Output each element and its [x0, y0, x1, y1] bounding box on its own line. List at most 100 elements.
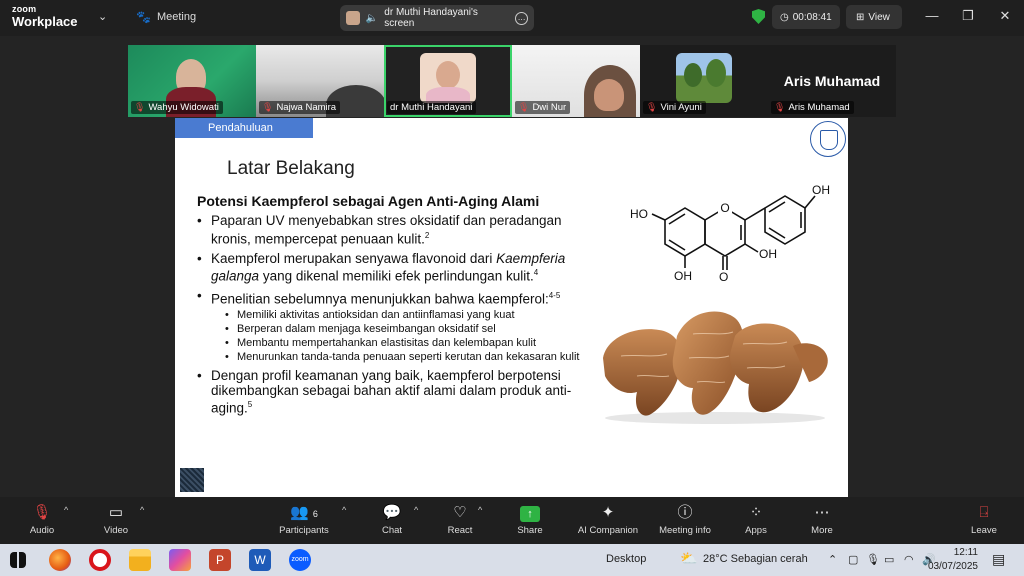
- clock-time[interactable]: 12:11: [940, 547, 978, 558]
- participant-tile[interactable]: 🎙 Dwi Nur: [512, 45, 640, 117]
- reference: 4: [533, 268, 539, 277]
- chevron-up-icon[interactable]: ^: [342, 505, 346, 515]
- word-icon[interactable]: W: [249, 549, 271, 571]
- more-options-icon[interactable]: …: [515, 11, 528, 25]
- participant-display-name: Aris Muhamad: [783, 73, 881, 89]
- ring-oxygen-label: O: [720, 201, 729, 215]
- wifi-icon[interactable]: ◠: [904, 553, 914, 566]
- participant-name-tag: 🎙 Dwi Nur: [515, 101, 571, 114]
- meeting-info-button[interactable]: ⓘ Meeting info: [652, 503, 718, 536]
- brand-bottom: Workplace: [12, 14, 78, 29]
- sub-bullet-text: Berperan dalam menjaga keseimbangan oksi…: [237, 323, 496, 335]
- title-bar: zoom Workplace ⌄ 🐾 Meeting 🔈 dr Muthi Ha…: [0, 0, 1024, 36]
- audio-button[interactable]: 🎙 Audio ^: [10, 503, 74, 536]
- share-button[interactable]: ↑ Share: [498, 503, 562, 536]
- close-icon[interactable]: ✕: [995, 8, 1015, 24]
- participant-tile[interactable]: 🎙 Wahyu Widowati: [128, 45, 256, 117]
- presenter-avatar: [346, 11, 360, 25]
- clock-date[interactable]: 03/07/2025: [920, 561, 978, 572]
- meeting-tab[interactable]: 🐾 Meeting: [136, 10, 196, 24]
- zoom-workplace-logo[interactable]: zoom Workplace: [12, 4, 78, 29]
- paw-icon: 🐾: [136, 10, 151, 24]
- participant-name: Najwa Namira: [276, 102, 337, 113]
- participants-label: Participants: [279, 525, 329, 536]
- participant-name-tag: 🎙 Wahyu Widowati: [131, 101, 223, 114]
- ai-companion-button[interactable]: ✦ AI Companion: [572, 503, 644, 536]
- screen-share-pill[interactable]: 🔈 dr Muthi Handayani's screen …: [340, 5, 534, 31]
- share-screen-icon: ↑: [520, 506, 540, 522]
- participant-tile[interactable]: 🎙 Najwa Namira: [256, 45, 384, 117]
- zoom-icon[interactable]: zoom: [289, 549, 311, 571]
- chevron-up-icon[interactable]: ^: [140, 505, 144, 515]
- restore-icon[interactable]: ❐: [958, 8, 978, 24]
- oh-top-label: OH: [812, 183, 830, 197]
- chevron-down-icon[interactable]: ⌄: [98, 10, 107, 23]
- bullet-text: yang dikenal memiliki efek perlindungan …: [259, 268, 534, 284]
- participant-tile-active[interactable]: dr Muthi Handayani: [384, 45, 512, 117]
- view-button[interactable]: ⊞ View: [846, 5, 902, 29]
- participant-video: [420, 53, 476, 103]
- battery-icon[interactable]: ▭: [884, 553, 894, 566]
- desktop-label[interactable]: Desktop: [606, 553, 646, 565]
- participant-tile[interactable]: Aris Muhamad 🎙 Aris Muhamad: [768, 45, 896, 117]
- chat-button[interactable]: 💬 Chat ^: [360, 503, 424, 536]
- clock-icon: ◷: [780, 11, 789, 23]
- opera-icon[interactable]: [89, 549, 111, 571]
- microsoft-365-icon[interactable]: [169, 549, 191, 571]
- video-button[interactable]: ▭ Video ^: [84, 503, 148, 536]
- brand-top: zoom: [12, 4, 37, 14]
- windows-start-icon[interactable]: [10, 552, 26, 568]
- section-tab: Pendahuluan: [175, 118, 313, 138]
- apps-button[interactable]: ⁘ Apps: [724, 503, 788, 536]
- participants-icon: 👥 6: [290, 504, 318, 521]
- info-icon: ⓘ: [677, 504, 693, 521]
- audio-label: Audio: [29, 525, 55, 536]
- participant-name: dr Muthi Handayani: [390, 102, 473, 113]
- sub-bullet-item: • Memiliki aktivitas antioksidan dan anti…: [225, 309, 515, 321]
- ai-companion-label: AI Companion: [577, 525, 639, 536]
- mic-muted-icon: 🎙: [774, 102, 786, 112]
- university-logo: [810, 121, 846, 157]
- sub-bullet-item: • Menurunkan tanda-tanda penuaan seperti …: [225, 351, 580, 363]
- sub-bullet-text: Membantu mempertahankan elastisitas dan …: [237, 337, 536, 349]
- encryption-shield-icon[interactable]: [752, 9, 765, 24]
- minimize-icon[interactable]: —: [922, 8, 942, 23]
- mic-muted-icon: 🎙: [262, 102, 274, 112]
- mic-icon[interactable]: 🎙: [866, 553, 880, 566]
- more-icon: ⋯: [814, 504, 830, 521]
- more-button[interactable]: ⋯ More: [790, 503, 854, 536]
- notification-icon[interactable]: ▤: [992, 551, 1005, 568]
- bullet-list: • Paparan UV menyebabkan stres oksidatif…: [197, 213, 597, 421]
- react-button[interactable]: ♡ React ^: [428, 503, 492, 536]
- chevron-up-icon[interactable]: ^: [478, 505, 482, 515]
- participants-count: 6: [312, 509, 318, 519]
- mic-muted-icon: 🎙: [518, 102, 530, 112]
- ho-left-label: HO: [630, 207, 648, 221]
- firefox-icon[interactable]: [49, 549, 71, 571]
- window-icon[interactable]: ▢: [848, 553, 858, 566]
- bullet-item: • Dengan profil keamanan yang baik, kaem…: [197, 368, 572, 416]
- slide-nav-thumbnail[interactable]: [180, 468, 204, 492]
- file-explorer-icon[interactable]: [129, 549, 151, 571]
- bullet-text: Paparan UV menyebabkan stres oksidatif d…: [211, 213, 562, 246]
- apps-icon: ⁘: [749, 504, 763, 521]
- slide-subtitle: Potensi Kaempferol sebagai Agen Anti-Agi…: [197, 193, 540, 209]
- apps-label: Apps: [745, 525, 767, 536]
- chevron-up-icon[interactable]: ⌃: [828, 553, 837, 566]
- participant-tile[interactable]: 🎙 Vini Ayuni: [640, 45, 768, 117]
- sub-bullet-item: • Membantu mempertahankan elastisitas dan…: [225, 337, 536, 349]
- slide-title: Latar Belakang: [227, 158, 355, 179]
- weather-text[interactable]: 28°C Sebagian cerah: [703, 553, 808, 565]
- speaker-icon: 🔈: [365, 12, 379, 24]
- camera-icon: ▭: [108, 504, 124, 521]
- chevron-up-icon[interactable]: ^: [64, 505, 68, 515]
- sub-bullet-text: Menurunkan tanda-tanda penuaan seperti k…: [237, 351, 580, 363]
- leave-button[interactable]: ⍈ Leave: [952, 503, 1016, 536]
- powerpoint-icon[interactable]: P: [209, 549, 231, 571]
- carbonyl-oxygen-label: O: [719, 270, 728, 284]
- chevron-up-icon[interactable]: ^: [414, 505, 418, 515]
- participants-button[interactable]: 👥 6 Participants ^: [272, 503, 346, 536]
- meeting-timer[interactable]: ◷ 00:08:41: [772, 5, 840, 29]
- meeting-info-label: Meeting info: [659, 525, 711, 536]
- shared-slide: Pendahuluan Latar Belakang Potensi Kaemp…: [175, 118, 848, 497]
